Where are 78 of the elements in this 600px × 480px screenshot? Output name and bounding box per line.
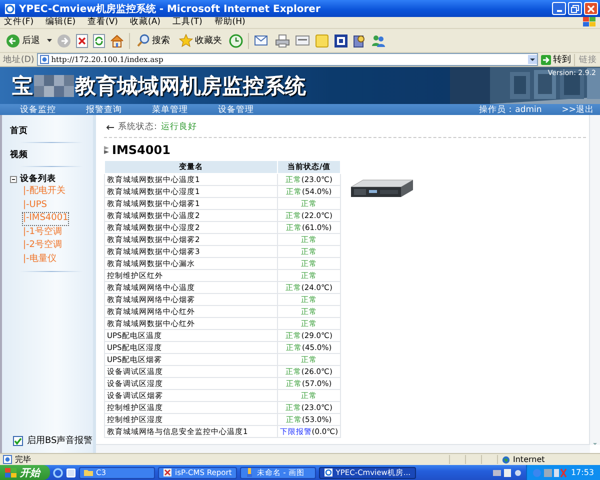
page-icon (40, 55, 50, 64)
security-zone: Internet (513, 455, 545, 464)
close-icon (587, 4, 595, 12)
messenger-icon[interactable] (371, 34, 386, 48)
status-text: 完毕 (15, 454, 31, 465)
menu-item[interactable]: 工具(T) (172, 17, 202, 28)
restore-icon (571, 4, 579, 12)
home-icon[interactable] (110, 34, 124, 48)
square-logo-icon[interactable] (334, 34, 348, 48)
nav-link[interactable]: 报警查询 (86, 104, 122, 116)
menu-item[interactable]: 文件(F) (4, 17, 34, 28)
maximize-button[interactable] (568, 2, 582, 15)
research-icon[interactable] (353, 34, 366, 48)
checkbox-label: 启用BS声音报警 (27, 434, 93, 447)
clock: 17:53 (570, 468, 594, 477)
minimize-button[interactable] (552, 2, 566, 15)
device-tree-item[interactable]: |-IMS4001 (22, 212, 70, 226)
window-title: YPEC-Cmview机房监控系统 - Microsoft Internet Explorer (19, 2, 322, 16)
device-tree-item[interactable]: |-1号空调 (22, 226, 64, 239)
pixelated-patch (34, 74, 74, 96)
status-value: 运行良好 (160, 121, 197, 133)
nav-link[interactable]: 设备管理 (218, 104, 254, 116)
dropdown-icon[interactable] (47, 38, 52, 42)
print-icon[interactable] (275, 34, 290, 48)
page-done-icon (3, 455, 12, 464)
refresh-icon[interactable] (93, 34, 105, 48)
back-button[interactable]: 后退 (4, 34, 42, 48)
dropdown-icon[interactable] (528, 55, 537, 64)
go-arrow-icon (541, 54, 551, 64)
folder-icon (84, 468, 93, 477)
device-tree-item[interactable]: |-2号空调 (22, 239, 64, 252)
tray-icons-drawing (492, 468, 523, 478)
system-title-start: 宝 (12, 74, 33, 98)
start-button[interactable]: 开始 (0, 465, 50, 480)
edit-icon[interactable] (295, 34, 310, 47)
tree-label[interactable]: 设备列表 (20, 173, 56, 185)
device-tree-item[interactable]: |-电量仪 (22, 252, 58, 266)
desktop-icon[interactable] (66, 468, 76, 478)
history-icon[interactable] (229, 34, 243, 48)
close-button[interactable] (584, 2, 598, 15)
menu-item[interactable]: 帮助(H) (214, 17, 246, 28)
stop-icon[interactable] (76, 34, 88, 48)
favorites-button[interactable]: 收藏夹 (177, 34, 224, 47)
app-icon (163, 468, 172, 477)
menu-item[interactable]: 收藏(A) (130, 17, 160, 28)
sidebar-item[interactable]: 视频 (10, 149, 28, 161)
status-label: 系统状态: (118, 121, 157, 133)
browser-icon (324, 468, 333, 477)
address-label: 地址(D) (3, 54, 34, 66)
device-tree-item[interactable]: |-配电开关 (22, 185, 66, 198)
browser-icon (4, 2, 16, 14)
search-icon (137, 34, 150, 47)
globe-icon (502, 456, 510, 464)
checkbox[interactable] (13, 436, 23, 446)
windows-logo-icon (5, 468, 17, 478)
menu-item[interactable]: 编辑(E) (46, 17, 76, 28)
device-title: IMS4001 (112, 143, 170, 157)
collapse-icon[interactable] (10, 176, 17, 182)
mail-icon[interactable] (254, 34, 270, 47)
search-button[interactable]: 搜索 (135, 34, 172, 47)
star-icon (179, 34, 193, 47)
windows-logo-icon (582, 17, 596, 27)
logout-link[interactable]: >>退出 (562, 104, 594, 116)
sidebar-item[interactable]: 首页 (10, 125, 28, 137)
bullet-icon (104, 146, 110, 154)
nav-link[interactable]: 菜单管理 (152, 104, 188, 116)
minimize-icon (556, 10, 562, 12)
paint-icon (244, 468, 254, 477)
menu-item[interactable]: 查看(V) (88, 17, 118, 28)
device-tree-item[interactable]: |-UPS (22, 198, 48, 212)
operator-label: 操作员：admin (479, 104, 542, 116)
nav-link[interactable]: 设备监控 (20, 104, 56, 116)
system-title: 教育城域网机房监控系统 (75, 74, 306, 98)
browser-icon[interactable] (53, 468, 63, 478)
back-arrow-icon[interactable] (106, 124, 114, 130)
links-button[interactable]: 链接 (574, 54, 597, 66)
tray-icons-drawing (532, 468, 567, 478)
go-button[interactable]: 转到 (541, 53, 571, 66)
